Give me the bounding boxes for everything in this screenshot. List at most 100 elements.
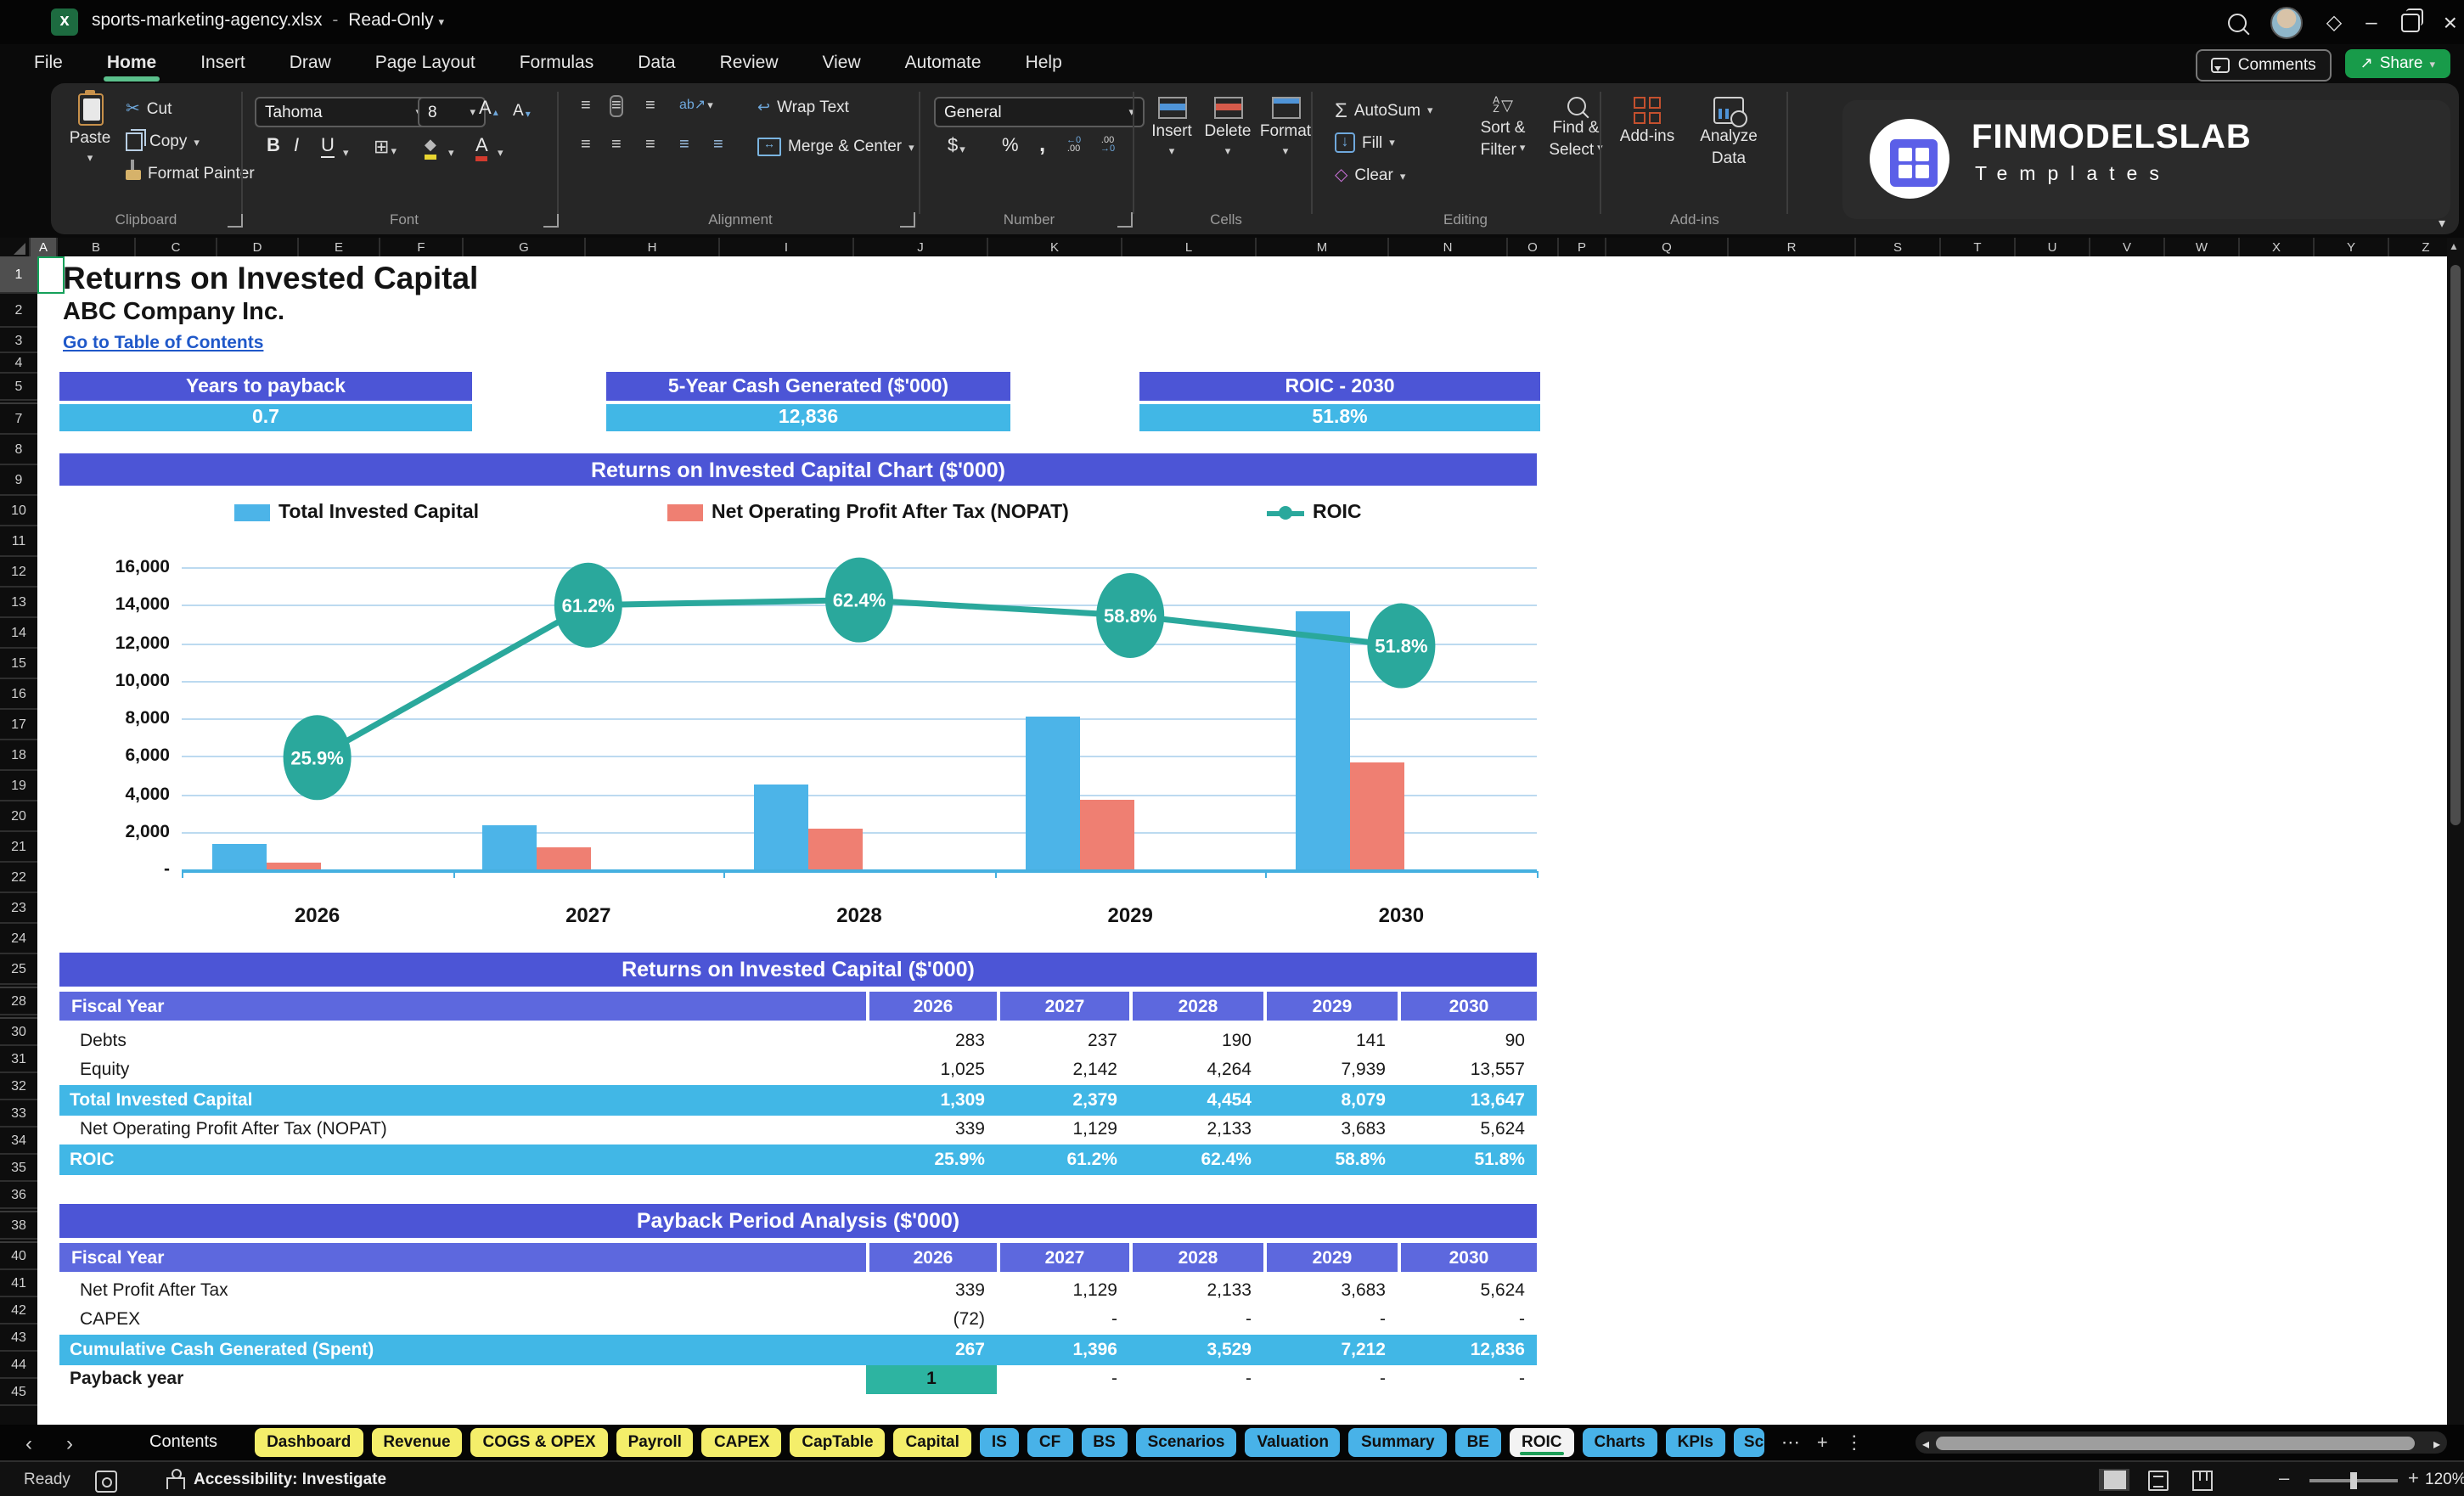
column-header-Q[interactable]: Q <box>1606 238 1729 256</box>
sheet-tab-kpis[interactable]: KPIs <box>1665 1428 1725 1457</box>
vertical-scroll-thumb[interactable] <box>2450 265 2461 825</box>
row-header-24[interactable]: 24 <box>0 924 37 954</box>
new-sheet-button[interactable]: + <box>1817 1432 1828 1453</box>
row-header-30[interactable]: 30 <box>0 1019 37 1046</box>
row-header-38[interactable]: 38 <box>0 1212 37 1240</box>
add-ins-button[interactable]: Add-ins <box>1617 97 1678 146</box>
row-header-45[interactable]: 45 <box>0 1379 37 1406</box>
row-header-44[interactable]: 44 <box>0 1352 37 1379</box>
menu-tab-insert[interactable]: Insert <box>197 49 249 76</box>
column-headers[interactable]: ABCDEFGHIJKLMNOPQRSTUVWXYZ <box>0 238 2464 256</box>
column-header-S[interactable]: S <box>1856 238 1941 256</box>
table-of-contents-link[interactable]: Go to Table of Contents <box>63 333 263 353</box>
zoom-out-button[interactable]: – <box>2279 1469 2289 1489</box>
accessibility-status[interactable]: Accessibility: Investigate <box>194 1471 386 1489</box>
page-break-view-button[interactable] <box>2187 1469 2218 1491</box>
column-header-I[interactable]: I <box>720 238 854 256</box>
row-header-36[interactable]: 36 <box>0 1182 37 1209</box>
user-avatar[interactable] <box>2270 6 2303 38</box>
merge-center-button[interactable]: ↔ Merge & Center ▾ <box>757 138 914 156</box>
delete-cells-button[interactable]: Delete ▾ <box>1204 97 1252 158</box>
align-left-button[interactable]: ≡ <box>581 136 591 155</box>
column-header-R[interactable]: R <box>1729 238 1856 256</box>
sheet-tab-captable[interactable]: CapTable <box>790 1428 886 1457</box>
row-header-43[interactable]: 43 <box>0 1324 37 1352</box>
row-header-23[interactable]: 23 <box>0 893 37 924</box>
horizontal-scroll-thumb[interactable] <box>1936 1436 2415 1449</box>
row-header-20[interactable]: 20 <box>0 801 37 832</box>
zoom-in-button[interactable]: + <box>2408 1469 2419 1489</box>
bold-button[interactable]: B <box>267 136 280 156</box>
premium-diamond-icon[interactable]: ◇ <box>2326 10 2342 34</box>
menu-tab-page-layout[interactable]: Page Layout <box>372 49 479 76</box>
column-header-J[interactable]: J <box>854 238 988 256</box>
share-button[interactable]: ↗ Share ▾ <box>2344 49 2450 78</box>
accounting-format-button[interactable]: $ ▾ <box>948 136 965 156</box>
format-painter-button[interactable]: Format Painter <box>126 159 255 183</box>
italic-button[interactable]: I <box>294 136 299 156</box>
sheet-tab-revenue[interactable]: Revenue <box>371 1428 463 1457</box>
clear-button[interactable]: ◇ Clear ▾ <box>1335 166 1405 185</box>
menu-tab-view[interactable]: View <box>819 49 864 76</box>
read-only-label[interactable]: Read-Only <box>348 10 433 31</box>
row-header-4[interactable]: 4 <box>0 353 37 374</box>
font-dialog-launcher[interactable] <box>543 212 559 228</box>
fill-color-button[interactable]: ◆ <box>425 136 436 160</box>
row-header-19[interactable]: 19 <box>0 771 37 801</box>
sheet-tab-is[interactable]: IS <box>979 1428 1019 1457</box>
autosum-button[interactable]: Σ AutoSum ▾ <box>1335 98 1433 122</box>
row-header-10[interactable]: 10 <box>0 496 37 526</box>
menu-tab-home[interactable]: Home <box>103 49 160 82</box>
normal-view-button[interactable] <box>2099 1469 2129 1491</box>
paste-button[interactable]: Paste ▾ <box>65 90 115 165</box>
select-all-corner[interactable] <box>0 238 31 256</box>
sheet-tab-roic[interactable]: ROIC <box>1509 1428 1574 1457</box>
restore-button[interactable] <box>2400 8 2423 31</box>
sheet-tab-summary[interactable]: Summary <box>1348 1428 1447 1457</box>
sheet-tab-payroll[interactable]: Payroll <box>616 1428 694 1457</box>
column-header-G[interactable]: G <box>464 238 586 256</box>
tabs-scroll-right-icon[interactable]: › <box>58 1431 82 1454</box>
orientation-button[interactable]: ab↗ ▾ <box>679 97 713 112</box>
scroll-left-icon[interactable]: ◂ <box>1922 1436 1929 1451</box>
cut-button[interactable]: ✂ Cut <box>126 100 172 119</box>
column-header-O[interactable]: O <box>1508 238 1559 256</box>
shrink-font-button[interactable]: A ▾ <box>513 102 531 121</box>
alignment-dialog-launcher[interactable] <box>900 212 915 228</box>
sheet-tab-dashboard[interactable]: Dashboard <box>255 1428 363 1457</box>
column-header-B[interactable]: B <box>58 238 136 256</box>
close-button[interactable]: × <box>2444 8 2457 36</box>
row-header-2[interactable]: 2 <box>0 294 37 328</box>
more-sheets-icon[interactable]: ⋯ <box>1781 1431 1800 1454</box>
column-header-H[interactable]: H <box>586 238 720 256</box>
column-header-V[interactable]: V <box>2090 238 2165 256</box>
row-header-33[interactable]: 33 <box>0 1100 37 1128</box>
menu-tab-help[interactable]: Help <box>1022 49 1066 76</box>
chevron-down-icon[interactable]: ▾ <box>343 146 349 160</box>
format-cells-button[interactable]: Format ▾ <box>1260 97 1311 158</box>
collapse-ribbon-icon[interactable]: ▾ <box>2439 216 2445 231</box>
align-bottom-button[interactable]: ≡ <box>645 97 655 115</box>
row-header-31[interactable]: 31 <box>0 1046 37 1073</box>
borders-button[interactable]: ⊞ ▾ <box>374 136 397 158</box>
menu-tab-data[interactable]: Data <box>634 49 678 76</box>
row-header-8[interactable]: 8 <box>0 435 37 465</box>
menu-tab-file[interactable]: File <box>31 49 66 76</box>
menu-tab-draw[interactable]: Draw <box>286 49 335 76</box>
menu-tab-formulas[interactable]: Formulas <box>516 49 598 76</box>
column-header-T[interactable]: T <box>1941 238 2016 256</box>
menu-tab-review[interactable]: Review <box>717 49 782 76</box>
decrease-decimal-button[interactable]: .00 →0 <box>1100 137 1115 153</box>
sheet-tab-contents[interactable]: Contents <box>149 1433 217 1452</box>
row-header-32[interactable]: 32 <box>0 1073 37 1100</box>
zoom-slider-thumb[interactable] <box>2350 1471 2357 1488</box>
column-header-N[interactable]: N <box>1389 238 1508 256</box>
row-header-35[interactable]: 35 <box>0 1155 37 1182</box>
decrease-indent-button[interactable]: ≡ <box>679 136 689 155</box>
chevron-down-icon[interactable]: ▾ <box>439 17 445 29</box>
sheet-tab-charts[interactable]: Charts <box>1582 1428 1657 1457</box>
fill-button[interactable]: ↓ Fill ▾ <box>1335 132 1395 153</box>
number-format-select[interactable]: General ▾ <box>934 97 1145 127</box>
menu-tab-automate[interactable]: Automate <box>902 49 985 76</box>
underline-button[interactable]: U <box>321 136 335 158</box>
